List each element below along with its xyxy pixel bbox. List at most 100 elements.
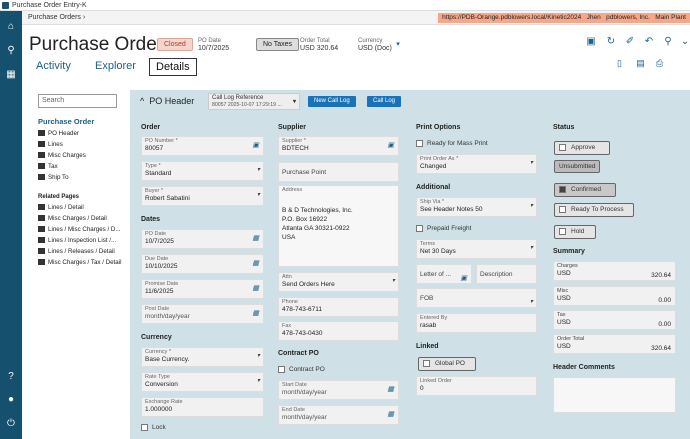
related-lines-misc-charges[interactable]: Lines / Misc Charges / D...	[38, 226, 121, 233]
related-lines-inspection[interactable]: Lines / Inspection List /...	[38, 237, 116, 244]
buyer-select[interactable]: Buyer * Robert Sabatini ▾	[141, 186, 264, 206]
chevron-down-icon: ▾	[256, 192, 260, 198]
supplier-field[interactable]: Supplier * BDTECH ▣	[278, 136, 399, 156]
page-icon	[38, 259, 45, 266]
contract-po-checkbox[interactable]: Contract PO	[278, 365, 325, 374]
tab-details[interactable]: Details	[149, 58, 197, 76]
call-log-reference-select[interactable]: Call Log Reference 80057 2025-10-07 17:2…	[208, 93, 300, 110]
search-icon[interactable]: ⚲	[5, 45, 17, 57]
promise-date-field[interactable]: Promise Date 11/6/2025 ▦	[141, 279, 264, 299]
nav-item-lines[interactable]: Lines	[38, 141, 63, 148]
related-pages-heading: Related Pages	[38, 194, 80, 200]
search-icon[interactable]: ⚲	[662, 36, 674, 48]
lines-icon	[38, 141, 45, 148]
refresh-icon[interactable]: ↻	[605, 36, 617, 48]
contract-start-date-field[interactable]: Start Date month/day/year ▦	[278, 380, 399, 400]
currency-select[interactable]: Currency * Base Currency. ▾	[141, 347, 264, 367]
rate-type-select[interactable]: Rate Type Conversion ▾	[141, 372, 264, 392]
clear-icon[interactable]: ✐	[624, 36, 636, 48]
file-icon[interactable]: ▣	[460, 270, 467, 283]
ready-to-process-toggle[interactable]: Ready To Process	[554, 203, 634, 217]
po-number-field[interactable]: PO Number * 80057 ▣	[141, 136, 264, 156]
checkbox-icon	[141, 423, 148, 431]
user-icon[interactable]: ●	[5, 394, 17, 406]
ready-mass-print-checkbox[interactable]: Ready for Mass Print	[416, 139, 488, 148]
po-date-field[interactable]: PO Date 10/7/2025 ▦	[141, 229, 264, 249]
calendar-icon[interactable]: ▦	[387, 411, 394, 418]
file-icon[interactable]: ▣	[252, 142, 259, 149]
print-icon[interactable]: ⎙	[654, 58, 665, 69]
undo-icon[interactable]: ↶	[643, 36, 655, 48]
header-comments-section-title: Header Comments	[553, 364, 615, 371]
purchase-point-field[interactable]: Purchase Point	[278, 162, 399, 182]
fax-field[interactable]: Fax 478-743-0430	[278, 321, 399, 341]
calendar-icon[interactable]: ▦	[252, 260, 259, 267]
calendar-icon[interactable]: ▦	[252, 310, 259, 317]
exchange-rate-field[interactable]: Exchange Rate 1.000000	[141, 397, 264, 417]
summary-charges: Charges USD 320.64	[553, 261, 676, 281]
related-lines-detail[interactable]: Lines / Detail	[38, 204, 84, 211]
chevron-down-icon: ▾	[391, 278, 395, 284]
nav-search-input[interactable]: Search	[38, 94, 117, 108]
contract-end-date-field[interactable]: End Date month/day/year ▦	[278, 405, 399, 425]
call-log-button[interactable]: Call Log	[367, 96, 402, 107]
type-select[interactable]: Type * Standard ▾	[141, 161, 264, 181]
chevron-down-icon[interactable]: ⌄	[679, 36, 690, 48]
panel-title[interactable]: ^ PO Header	[140, 96, 194, 106]
lock-checkbox[interactable]: Lock	[141, 423, 166, 432]
currency-section-title: Currency	[141, 334, 172, 341]
new-call-log-button[interactable]: New Call Log	[308, 96, 356, 107]
hold-toggle[interactable]: Hold	[554, 225, 596, 239]
attn-select[interactable]: Attn Send Orders Here ▾	[278, 272, 399, 292]
currency-dropdown-icon[interactable]: ▾	[392, 39, 404, 51]
phone-field[interactable]: Phone 478-743-6711	[278, 297, 399, 317]
tab-explorer[interactable]: Explorer	[95, 60, 136, 72]
nav-section-purchase-order[interactable]: Purchase Order	[38, 117, 94, 126]
notes-icon[interactable]: ▤	[635, 58, 646, 69]
nav-item-ship-to[interactable]: Ship To	[38, 174, 69, 181]
help-icon[interactable]: ?	[5, 371, 17, 383]
related-lines-releases[interactable]: Lines / Releases / Detail	[38, 248, 115, 255]
nav-item-po-header[interactable]: PO Header	[38, 130, 79, 137]
env-company: pdblowers, Inc.	[606, 14, 650, 21]
related-misc-charges-detail[interactable]: Misc Charges / Detail	[38, 215, 107, 222]
summary-tax: Tax USD 0.00	[553, 310, 676, 330]
nav-item-misc-charges[interactable]: Misc Charges	[38, 152, 86, 159]
letter-of-field[interactable]: Letter of ... ▣	[416, 264, 472, 284]
order-section-title: Order	[141, 124, 161, 131]
misc-charges-icon	[38, 152, 45, 159]
terms-select[interactable]: Terms Net 30 Days ▾	[416, 239, 537, 259]
nav-item-tax[interactable]: Tax	[38, 163, 58, 170]
header-order-total: Order Total USD 320.64	[300, 38, 339, 52]
ship-via-select[interactable]: Ship Via * See Header Notes 50 ▾	[416, 197, 537, 217]
address-field[interactable]: Address B & D Technologies, Inc. P.O. Bo…	[278, 185, 399, 267]
fob-select[interactable]: FOB ▾	[416, 288, 537, 308]
page-icon[interactable]: ▯	[614, 58, 625, 69]
header-comments-textarea[interactable]	[553, 377, 676, 413]
summary-misc: Misc USD 0.00	[553, 286, 676, 306]
file-icon[interactable]: ▣	[387, 142, 394, 149]
tax-icon	[38, 163, 45, 170]
calendar-icon[interactable]: ▦	[252, 235, 259, 242]
related-misc-charges-tax[interactable]: Misc Charges / Tax / Detail	[38, 259, 121, 266]
calendar-icon[interactable]: ▦	[252, 285, 259, 292]
approve-toggle[interactable]: Approve	[554, 141, 610, 155]
prepaid-freight-checkbox[interactable]: Prepaid Freight	[416, 224, 471, 233]
print-order-as-select[interactable]: Print Order As * Changed ▾	[416, 154, 537, 174]
due-date-field[interactable]: Due Date 10/10/2025 ▦	[141, 254, 264, 274]
calendar-icon[interactable]: ▦	[387, 386, 394, 393]
breadcrumb-item[interactable]: Purchase Orders	[28, 14, 81, 21]
home-icon[interactable]: ⌂	[5, 21, 17, 33]
description-field[interactable]: Description	[476, 264, 537, 284]
confirmed-toggle[interactable]: Confirmed	[554, 183, 616, 197]
apps-icon[interactable]: ▦	[5, 69, 17, 81]
dates-section-title: Dates	[141, 216, 161, 223]
chevron-down-icon: ▾	[529, 203, 533, 209]
address-line: USA	[282, 234, 296, 241]
summary-order-total: Order Total USD 320.64	[553, 334, 676, 354]
save-icon[interactable]: ▣	[585, 36, 597, 48]
logout-icon[interactable]: ⏻	[5, 418, 17, 430]
post-date-field[interactable]: Post Date month/day/year ▦	[141, 304, 264, 324]
global-po-toggle[interactable]: Global PO	[418, 357, 476, 371]
tab-activity[interactable]: Activity	[36, 60, 71, 72]
